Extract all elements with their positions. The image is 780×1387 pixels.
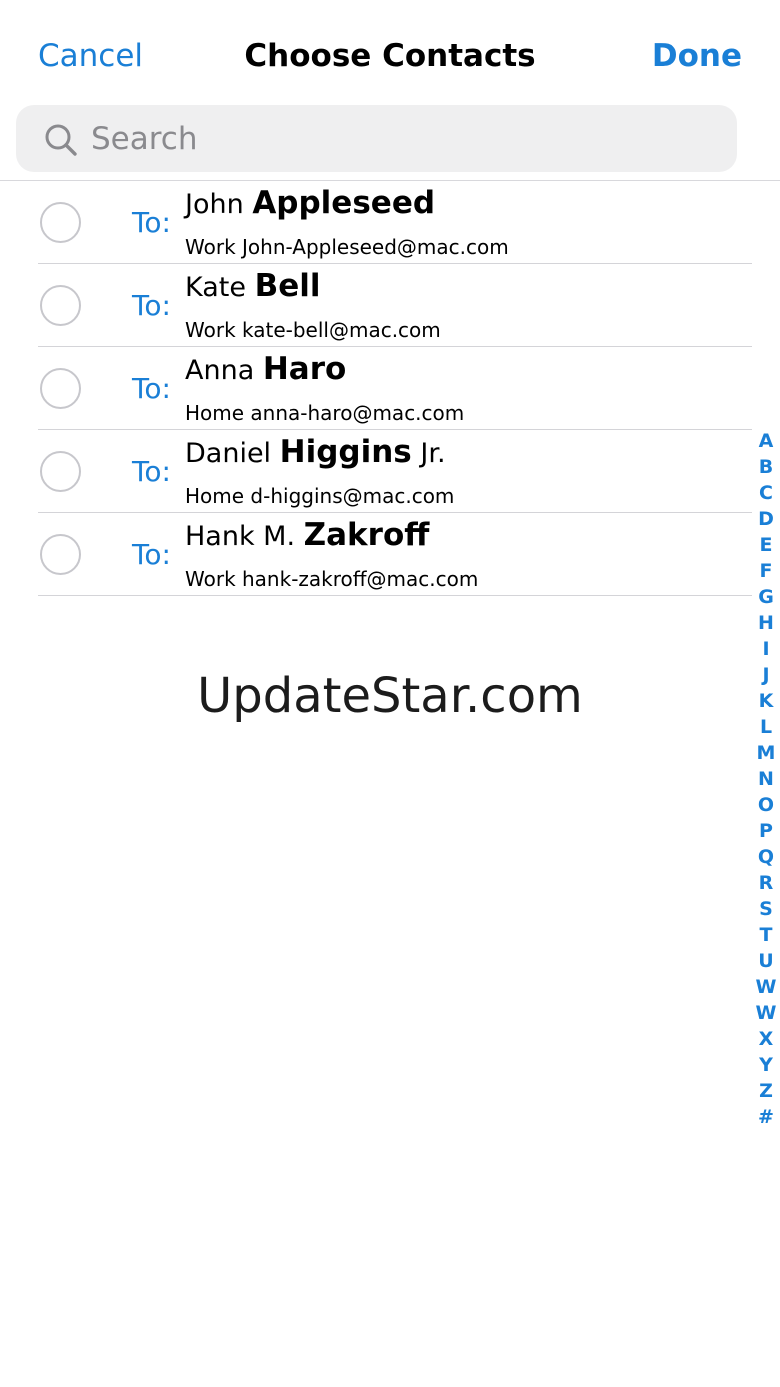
select-radio[interactable] xyxy=(40,534,81,575)
contact-detail: Home d-higgins@mac.com xyxy=(185,484,455,508)
contact-detail: Work kate-bell@mac.com xyxy=(185,318,441,342)
select-radio[interactable] xyxy=(40,202,81,243)
index-letter[interactable]: S xyxy=(752,896,780,922)
contact-row[interactable]: To: Hank M. Zakroff Work hank-zakroff@mac… xyxy=(0,513,752,596)
index-letter[interactable]: C xyxy=(752,480,780,506)
index-letter[interactable]: F xyxy=(752,558,780,584)
contact-first-name: Anna xyxy=(185,355,255,386)
index-letter[interactable]: # xyxy=(752,1104,780,1130)
select-radio[interactable] xyxy=(40,368,81,409)
contact-suffix: Jr. xyxy=(420,438,446,469)
contact-first-name: John xyxy=(185,189,244,220)
index-letter[interactable]: M xyxy=(752,740,780,766)
to-label: To: xyxy=(132,455,171,488)
index-letter[interactable]: B xyxy=(752,454,780,480)
contact-detail: Work hank-zakroff@mac.com xyxy=(185,567,479,591)
search-bar[interactable] xyxy=(16,105,737,172)
contact-name: John Appleseed xyxy=(185,185,435,221)
contact-last-name: Zakroff xyxy=(303,517,430,553)
index-letter[interactable]: Z xyxy=(752,1078,780,1104)
contact-name: Kate Bell xyxy=(185,268,320,304)
select-radio[interactable] xyxy=(40,451,81,492)
index-letter[interactable]: T xyxy=(752,922,780,948)
contact-name: Daniel Higgins Jr. xyxy=(185,434,446,470)
to-label: To: xyxy=(132,206,171,239)
contact-first-name: Hank M. xyxy=(185,521,296,552)
index-letter[interactable]: J xyxy=(752,662,780,688)
row-divider xyxy=(38,595,752,596)
index-letter[interactable]: D xyxy=(752,506,780,532)
index-letter[interactable]: W xyxy=(752,974,780,1000)
contact-row[interactable]: To: Anna Haro Home anna-haro@mac.com xyxy=(0,347,752,430)
select-radio[interactable] xyxy=(40,285,81,326)
index-letter[interactable]: X xyxy=(752,1026,780,1052)
index-letter[interactable]: G xyxy=(752,584,780,610)
contact-name: Anna Haro xyxy=(185,351,346,387)
index-letter[interactable]: Y xyxy=(752,1052,780,1078)
contact-last-name: Appleseed xyxy=(252,185,436,221)
contact-row[interactable]: To: Daniel Higgins Jr. Home d-higgins@mac.… xyxy=(0,430,752,513)
done-button[interactable]: Done xyxy=(652,36,742,76)
index-letter[interactable]: K xyxy=(752,688,780,714)
contact-row[interactable]: To: John Appleseed Work John-Appleseed@ma… xyxy=(0,181,752,264)
section-index[interactable]: A B C D E F G H I J K L M N O P Q R S T U W W X Y Z # xyxy=(752,428,780,1130)
index-letter[interactable]: Q xyxy=(752,844,780,870)
index-letter[interactable]: O xyxy=(752,792,780,818)
contact-row[interactable]: To: Kate Bell Work kate-bell@mac.com xyxy=(0,264,752,347)
index-letter[interactable]: N xyxy=(752,766,780,792)
index-letter[interactable]: E xyxy=(752,532,780,558)
search-input[interactable] xyxy=(91,105,711,172)
index-letter[interactable]: P xyxy=(752,818,780,844)
contact-detail: Work John-Appleseed@mac.com xyxy=(185,235,509,259)
contact-name: Hank M. Zakroff xyxy=(185,517,429,553)
contact-last-name: Higgins xyxy=(279,434,412,470)
index-letter[interactable]: L xyxy=(752,714,780,740)
contact-list: To: John Appleseed Work John-Appleseed@ma… xyxy=(0,181,752,596)
to-label: To: xyxy=(132,538,171,571)
contact-first-name: Daniel xyxy=(185,438,272,469)
to-label: To: xyxy=(132,289,171,322)
index-letter[interactable]: U xyxy=(752,948,780,974)
contact-detail: Home anna-haro@mac.com xyxy=(185,401,465,425)
to-label: To: xyxy=(132,372,171,405)
watermark-text: UpdateStar.com xyxy=(197,668,583,724)
index-letter[interactable]: A xyxy=(752,428,780,454)
index-letter[interactable]: W xyxy=(752,1000,780,1026)
index-letter[interactable]: R xyxy=(752,870,780,896)
search-icon xyxy=(44,123,78,157)
contact-last-name: Bell xyxy=(254,268,321,304)
navigation-bar: Cancel Choose Contacts Done xyxy=(0,0,780,104)
contact-first-name: Kate xyxy=(185,272,246,303)
contact-last-name: Haro xyxy=(262,351,347,387)
index-letter[interactable]: I xyxy=(752,636,780,662)
contact-picker-screen: Cancel Choose Contacts Done To: John Appl… xyxy=(0,0,780,1387)
index-letter[interactable]: H xyxy=(752,610,780,636)
